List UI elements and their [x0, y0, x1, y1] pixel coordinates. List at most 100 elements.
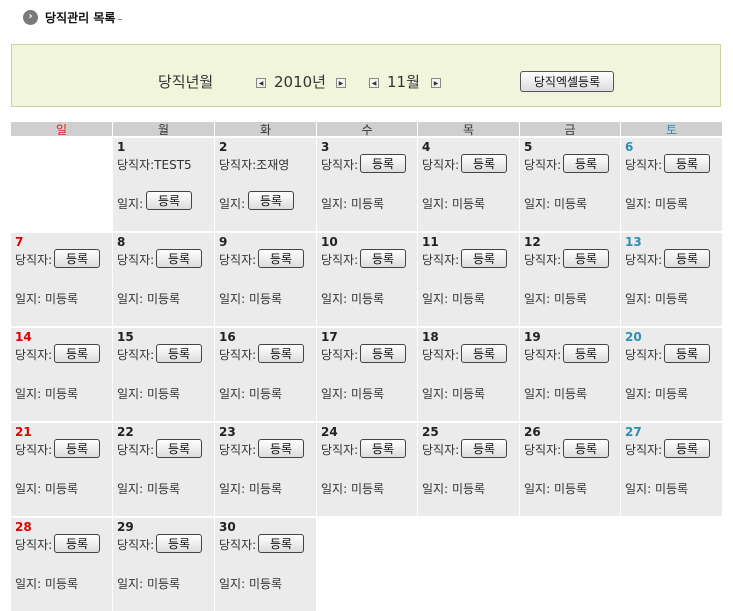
duty-register-button[interactable]: 등록 [156, 534, 202, 553]
weekday-header-fri: 금 [520, 122, 620, 137]
page-header: › 당직관리 목록 [23, 8, 123, 26]
duty-register-button[interactable]: 등록 [664, 249, 710, 268]
day-cell: 19 당직자: 등록 일지: 미등록 [520, 328, 620, 421]
day-number: 17 [321, 330, 338, 344]
weekday-header-wed: 수 [317, 122, 417, 137]
duty-register-button[interactable]: 등록 [54, 534, 100, 553]
weekday-header-tue: 화 [215, 122, 316, 137]
duty-register-button[interactable]: 등록 [258, 534, 304, 553]
duty-register-button[interactable]: 등록 [563, 344, 609, 363]
duty-label: 당직자: [422, 348, 460, 362]
diary-status: 미등록 [451, 387, 486, 401]
duty-register-button[interactable]: 등록 [461, 344, 507, 363]
duty-register-button[interactable]: 등록 [563, 154, 609, 173]
title-divider [118, 18, 123, 20]
duty-register-button[interactable]: 등록 [54, 344, 100, 363]
duty-register-button[interactable]: 등록 [54, 439, 100, 458]
diary-line: 일지: 미등록 [117, 480, 180, 497]
year-prev-arrow-icon[interactable]: ◀ [256, 78, 266, 88]
duty-register-button[interactable]: 등록 [360, 249, 406, 268]
day-number: 5 [524, 140, 533, 154]
duty-register-button[interactable]: 등록 [461, 154, 507, 173]
duty-register-button[interactable]: 등록 [563, 249, 609, 268]
duty-register-button[interactable]: 등록 [258, 439, 304, 458]
duty-line: 당직자: [321, 441, 358, 458]
day-number: 22 [117, 425, 134, 439]
day-cell: 9 당직자: 등록 일지: 미등록 [215, 233, 316, 326]
duty-register-button[interactable]: 등록 [461, 439, 507, 458]
diary-line: 일지: 미등록 [219, 290, 282, 307]
diary-label: 일지: [321, 197, 348, 211]
day-number: 10 [321, 235, 338, 249]
duty-person: 조재영 [256, 158, 290, 172]
diary-register-button[interactable]: 등록 [248, 191, 294, 210]
duty-register-button[interactable]: 등록 [54, 249, 100, 268]
diary-status: 미등록 [146, 482, 181, 496]
duty-register-button[interactable]: 등록 [563, 439, 609, 458]
duty-line: 당직자: [625, 156, 662, 173]
duty-register-button[interactable]: 등록 [156, 439, 202, 458]
duty-line: 당직자:TEST5 [117, 156, 192, 173]
day-cell: 6 당직자: 등록 일지: 미등록 [621, 138, 722, 231]
month-prev-arrow-icon[interactable]: ◀ [369, 78, 379, 88]
diary-line: 일지: 미등록 [422, 385, 485, 402]
diary-label: 일지: [524, 482, 551, 496]
year-next-arrow-icon[interactable]: ▶ [336, 78, 346, 88]
duty-register-button[interactable]: 등록 [664, 154, 710, 173]
duty-register-button[interactable]: 등록 [360, 439, 406, 458]
duty-label: 당직자: [625, 348, 663, 362]
diary-label: 일지: [219, 197, 246, 211]
diary-line: 일지: 미등록 [524, 195, 587, 212]
duty-register-button[interactable]: 등록 [156, 344, 202, 363]
duty-register-button[interactable]: 등록 [360, 154, 406, 173]
duty-line: 당직자: [321, 156, 358, 173]
diary-status: 미등록 [248, 482, 283, 496]
day-number: 3 [321, 140, 330, 154]
day-number: 19 [524, 330, 541, 344]
duty-register-button[interactable]: 등록 [664, 439, 710, 458]
diary-status: 미등록 [44, 577, 79, 591]
duty-line: 당직자: [422, 251, 459, 268]
diary-status: 미등록 [553, 197, 588, 211]
duty-person: TEST5 [154, 158, 192, 172]
diary-status: 미등록 [44, 387, 79, 401]
duty-label: 당직자: [524, 348, 562, 362]
diary-line: 일지: 미등록 [524, 480, 587, 497]
duty-label: 당직자: [321, 253, 359, 267]
diary-label: 일지: [422, 482, 449, 496]
day-cell: 30 당직자: 등록 일지: 미등록 [215, 518, 316, 611]
duty-line: 당직자: [219, 441, 256, 458]
diary-status: 미등록 [146, 577, 181, 591]
duty-label: 당직자: [321, 158, 359, 172]
duty-label: 당직자: [15, 443, 53, 457]
day-cell: 7 당직자: 등록 일지: 미등록 [11, 233, 112, 326]
duty-register-button[interactable]: 등록 [360, 344, 406, 363]
diary-register-button[interactable]: 등록 [146, 191, 192, 210]
day-cell: 24 당직자: 등록 일지: 미등록 [317, 423, 417, 516]
day-cell: 13 당직자: 등록 일지: 미등록 [621, 233, 722, 326]
duty-register-button[interactable]: 등록 [156, 249, 202, 268]
day-cell: 25 당직자: 등록 일지: 미등록 [418, 423, 519, 516]
duty-register-button[interactable]: 등록 [258, 249, 304, 268]
day-cell: 23 당직자: 등록 일지: 미등록 [215, 423, 316, 516]
duty-register-button[interactable]: 등록 [664, 344, 710, 363]
day-cell: 20 당직자: 등록 일지: 미등록 [621, 328, 722, 421]
excel-upload-button[interactable]: 당직엑셀등록 [520, 71, 614, 92]
duty-label: 당직자: [117, 348, 155, 362]
duty-label: 당직자: [117, 158, 155, 172]
diary-line: 일지: 미등록 [219, 575, 282, 592]
diary-label: 일지: [321, 292, 348, 306]
diary-label: 일지: [625, 292, 652, 306]
diary-label: 일지: [117, 387, 144, 401]
diary-status: 미등록 [44, 292, 79, 306]
duty-register-button[interactable]: 등록 [258, 344, 304, 363]
diary-label: 일지: [422, 292, 449, 306]
diary-label: 일지: [15, 577, 42, 591]
day-cell: 16 당직자: 등록 일지: 미등록 [215, 328, 316, 421]
weekday-header-sat: 토 [621, 122, 722, 137]
day-number: 18 [422, 330, 439, 344]
month-next-arrow-icon[interactable]: ▶ [431, 78, 441, 88]
diary-status: 미등록 [553, 292, 588, 306]
day-number: 23 [219, 425, 236, 439]
duty-register-button[interactable]: 등록 [461, 249, 507, 268]
